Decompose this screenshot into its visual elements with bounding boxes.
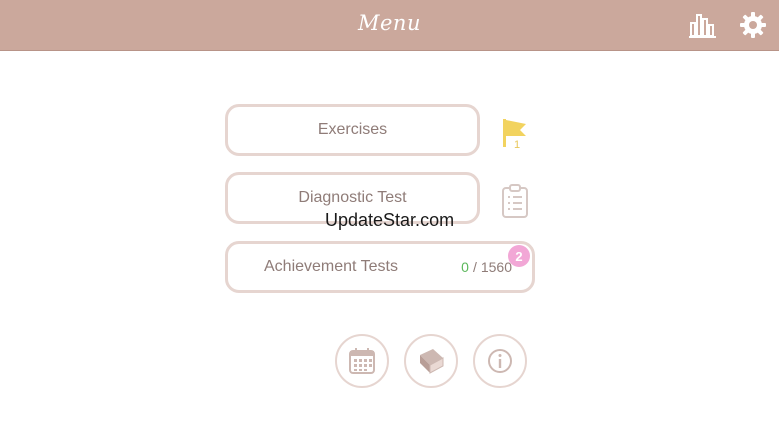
exercises-label: Exercises (317, 121, 388, 138)
statistics-button[interactable] (686, 9, 718, 41)
app-root: Menu Exercises 1 Diagnostic Test Achieve… (0, 0, 779, 438)
info-button[interactable] (473, 334, 527, 388)
notification-badge: 2 (508, 245, 530, 267)
achievement-progress: 0 / 1560 (461, 244, 512, 290)
book-icon (420, 349, 444, 374)
bar-chart-icon (689, 14, 716, 38)
book-button[interactable] (404, 334, 458, 388)
flag-count: 1 (514, 139, 521, 151)
settings-button[interactable] (737, 9, 769, 41)
calendar-icon (349, 348, 375, 374)
calendar-button[interactable] (335, 334, 389, 388)
achievement-tests-label: Achievement Tests (264, 258, 398, 275)
achievement-tests-button[interactable]: Achievement Tests 0 / 1560 (225, 241, 535, 293)
progress-separator: / (472, 259, 477, 275)
exercises-button[interactable]: Exercises (225, 104, 480, 156)
header-bar: Menu (0, 0, 779, 51)
clipboard-icon (500, 183, 530, 219)
page-title: Menu (358, 11, 421, 35)
progress-completed: 0 (461, 259, 469, 275)
progress-total: 1560 (480, 259, 512, 275)
watermark-text: UpdateStar.com (325, 210, 455, 230)
info-icon (488, 349, 512, 373)
gear-icon (740, 12, 766, 38)
